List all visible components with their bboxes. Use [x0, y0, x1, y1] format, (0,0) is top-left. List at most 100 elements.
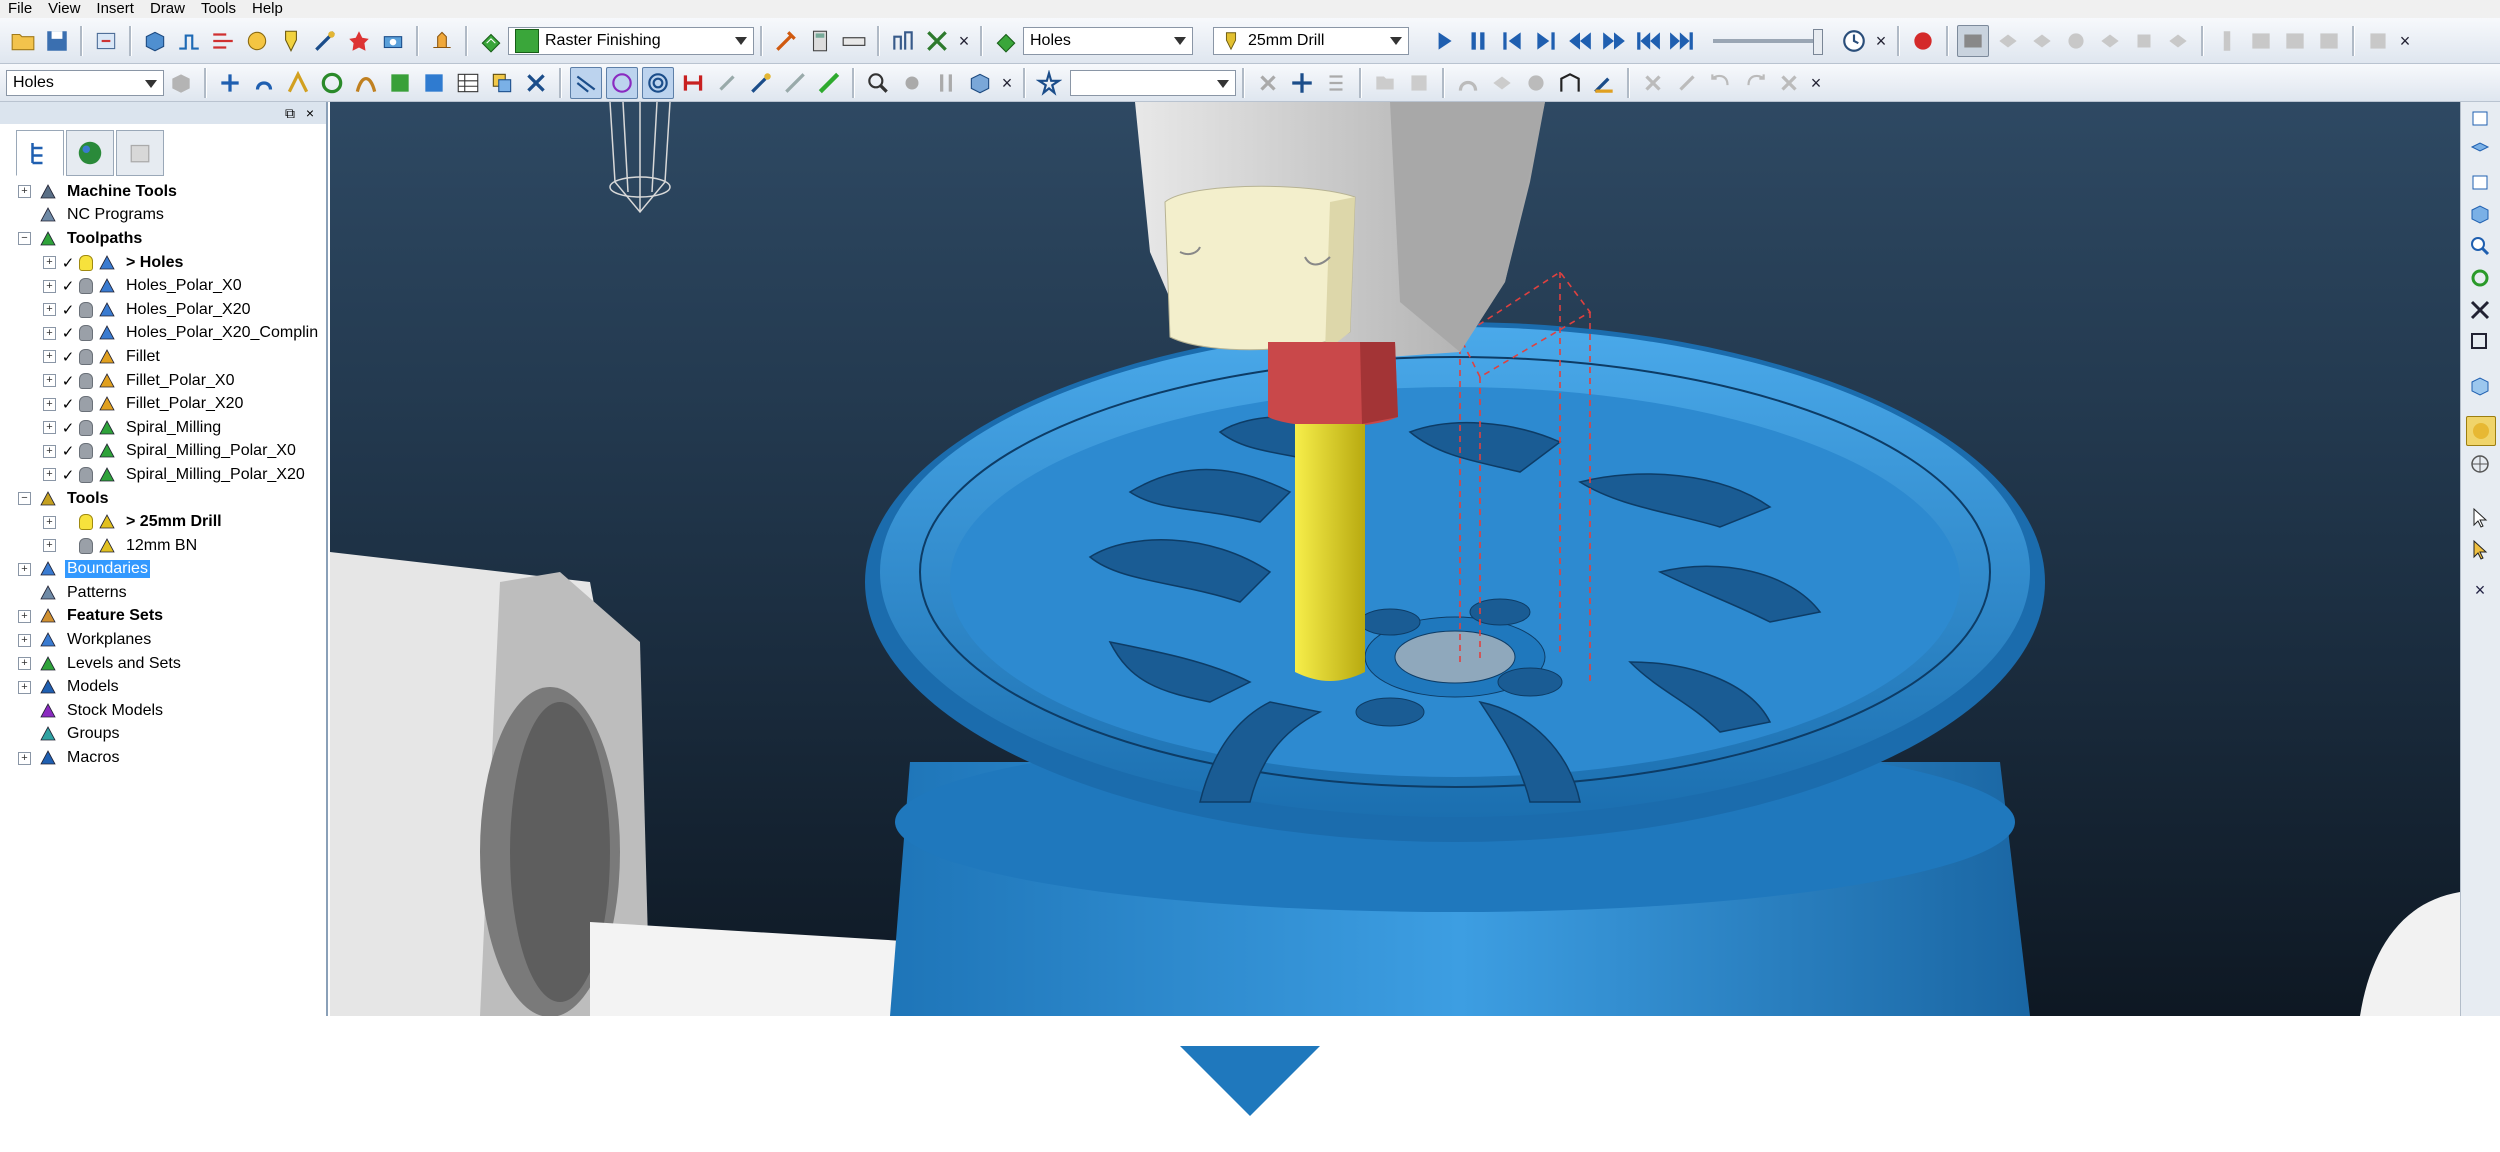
tree-item[interactable]: + Macros	[0, 746, 326, 770]
disabled-icon[interactable]	[1774, 68, 1804, 98]
expand-icon[interactable]: +	[18, 185, 31, 199]
tree-item[interactable]: + Models	[0, 675, 326, 699]
chevron-down-icon[interactable]	[145, 79, 157, 88]
offset-pattern-icon[interactable]	[606, 66, 638, 99]
expand-icon[interactable]: +	[18, 751, 31, 765]
disabled-icon[interactable]	[1370, 68, 1400, 98]
filter-icon[interactable]	[780, 68, 810, 98]
tree-item[interactable]: + ✓ Fillet_Polar_X0	[0, 369, 326, 393]
disabled-icon[interactable]	[1521, 68, 1551, 98]
play-icon[interactable]	[1429, 26, 1459, 56]
expand-icon[interactable]: +	[43, 468, 56, 482]
collapse-icon[interactable]: −	[18, 232, 31, 246]
nc-program-toolbar-icon[interactable]	[427, 26, 457, 56]
delete-icon[interactable]	[521, 68, 551, 98]
tree-item[interactable]: + ✓ Fillet_Polar_X20	[0, 392, 326, 416]
modify-icon[interactable]	[746, 68, 776, 98]
save-project-icon[interactable]	[42, 26, 72, 56]
view-mode-icon[interactable]	[2129, 26, 2159, 56]
tree-item[interactable]: + ✓ Holes_Polar_X20	[0, 298, 326, 322]
open-project-icon[interactable]	[8, 26, 38, 56]
disabled-icon[interactable]	[1404, 68, 1434, 98]
zoom-box-icon[interactable]	[2466, 328, 2494, 356]
select-icon[interactable]	[712, 68, 742, 98]
shaded-icon[interactable]	[2466, 416, 2496, 446]
pattern-star-icon[interactable]	[1034, 68, 1064, 98]
ruler-icon[interactable]	[839, 26, 869, 56]
lightbulb-off-icon[interactable]	[79, 443, 93, 460]
disabled-icon[interactable]	[1453, 68, 1483, 98]
undo-icon[interactable]	[1706, 68, 1736, 98]
view-front-icon[interactable]	[2466, 104, 2494, 132]
simulation-tool-combo[interactable]: 25mm Drill	[1213, 26, 1409, 55]
tool-icon[interactable]	[276, 26, 306, 56]
step-forward-icon[interactable]	[1531, 26, 1561, 56]
close-toolbar-icon[interactable]: ×	[2395, 31, 2415, 51]
curve-editor-icon[interactable]	[351, 68, 381, 98]
tree-item[interactable]: − Toolpaths	[0, 227, 326, 251]
tree-item[interactable]: + ✓ Holes_Polar_X0	[0, 274, 326, 298]
leads-links-icon[interactable]	[208, 26, 238, 56]
machine-view-icon[interactable]	[2280, 26, 2310, 56]
empty-selector-combo[interactable]	[1070, 69, 1236, 96]
toolpath-edit-icon[interactable]	[283, 68, 313, 98]
tree-item[interactable]: + Feature Sets	[0, 605, 326, 629]
expand-icon[interactable]: +	[43, 539, 56, 553]
visibility-check-icon[interactable]: ✓	[60, 466, 76, 484]
view-side-icon[interactable]	[2466, 168, 2494, 196]
expand-icon[interactable]: +	[43, 326, 56, 340]
stock-icon[interactable]	[166, 68, 196, 98]
step-back-icon[interactable]	[1497, 26, 1527, 56]
pattern-tool-icon[interactable]	[344, 26, 374, 56]
chevron-down-icon[interactable]	[735, 36, 747, 45]
import-model-icon[interactable]	[91, 26, 121, 56]
fast-forward-icon[interactable]	[1599, 26, 1629, 56]
view-mode-icon[interactable]	[1993, 26, 2023, 56]
feed-rate-icon[interactable]	[242, 26, 272, 56]
chevron-down-icon[interactable]	[1217, 79, 1229, 88]
tree-item[interactable]: + Machine Tools	[0, 180, 326, 204]
visibility-check-icon[interactable]: ✓	[60, 372, 76, 390]
table-icon[interactable]	[453, 68, 483, 98]
reprocess-icon[interactable]	[317, 68, 347, 98]
fit-view-icon[interactable]	[2466, 296, 2494, 324]
drill-points-icon[interactable]	[678, 68, 708, 98]
view-mode-icon[interactable]	[2027, 26, 2057, 56]
tree-item[interactable]: + ✓ > Holes	[0, 251, 326, 275]
menu-help[interactable]: Help	[244, 0, 291, 18]
slider-thumb[interactable]	[1813, 28, 1823, 55]
toolpath-strategy-icon[interactable]	[476, 26, 506, 56]
pause-icon[interactable]	[1463, 26, 1493, 56]
expand-icon[interactable]: +	[18, 633, 31, 647]
disabled-icon[interactable]	[1638, 68, 1668, 98]
simulation-toolpath-icon[interactable]	[888, 26, 918, 56]
close-toolbar-icon[interactable]: ×	[997, 73, 1017, 93]
close-toolbar-icon[interactable]: ×	[1871, 31, 1891, 51]
draw-icon[interactable]	[1589, 68, 1619, 98]
tree-item[interactable]: + ✓ Fillet	[0, 345, 326, 369]
expand-icon[interactable]: +	[43, 515, 56, 529]
batch-icon[interactable]	[385, 68, 415, 98]
lightbulb-off-icon[interactable]	[79, 278, 93, 295]
copy-icon[interactable]	[487, 68, 517, 98]
spiral-pattern-icon[interactable]	[642, 66, 674, 99]
menu-insert[interactable]: Insert	[88, 0, 142, 18]
view-iso-icon[interactable]	[2466, 200, 2494, 228]
go-to-start-icon[interactable]	[1633, 26, 1663, 56]
boundary-tool-icon[interactable]	[310, 26, 340, 56]
tree-item[interactable]: + ✓ Spiral_Milling_Polar_X20	[0, 463, 326, 487]
view-mode-icon[interactable]	[2163, 26, 2193, 56]
close-panel-icon[interactable]: ×	[302, 105, 318, 121]
close-strip-icon[interactable]: ×	[2466, 576, 2494, 604]
simulation-speed-slider[interactable]	[1713, 28, 1823, 55]
collapse-icon[interactable]: −	[18, 492, 31, 506]
rapid-move-icon[interactable]	[174, 26, 204, 56]
tree-item[interactable]: +Groups	[0, 723, 326, 747]
zoom-icon[interactable]	[863, 68, 893, 98]
chevron-down-icon[interactable]	[1390, 36, 1402, 45]
lightbulb-on-icon[interactable]	[79, 514, 93, 531]
tree-item[interactable]: + > 25mm Drill	[0, 510, 326, 534]
workplane-toolbar-icon[interactable]	[215, 68, 245, 98]
menu-file[interactable]: File	[0, 0, 40, 18]
tree-item[interactable]: + Boundaries	[0, 558, 326, 582]
